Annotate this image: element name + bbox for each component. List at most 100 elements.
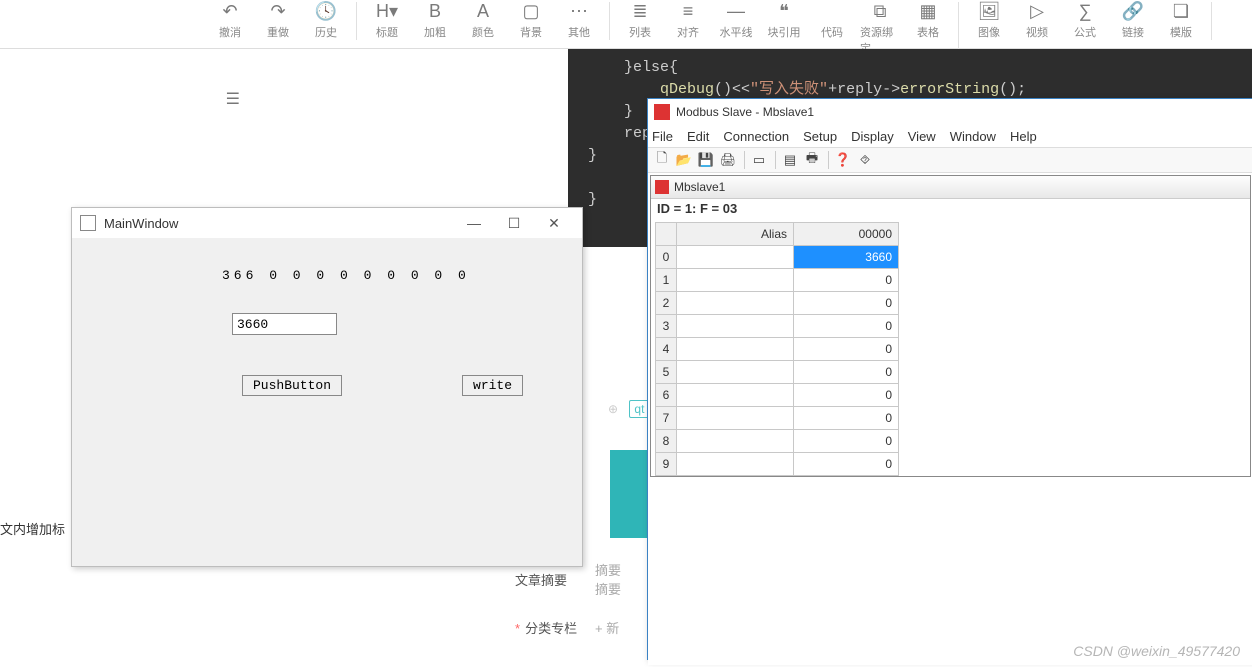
toolbar-重做[interactable]: ↷重做 [254,2,302,40]
toolbar-公式[interactable]: ∑公式 [1061,2,1109,40]
qt-app-icon [80,215,96,231]
tool-icon[interactable]: ❓ [833,151,853,169]
table-row[interactable]: 90 [656,453,899,476]
menu-window[interactable]: Window [950,129,996,144]
toolbar-水平线[interactable]: ―水平线 [712,2,760,56]
modbus-toolbar: 🗋📂💾🖨 ▭ ▤🖶 ❓⯑ [648,147,1252,173]
toolbar-加粗[interactable]: B加粗 [411,2,459,40]
table-row[interactable]: 80 [656,430,899,453]
col-header-alias[interactable]: Alias [677,223,794,246]
toolbar-label: 对齐 [677,24,699,40]
tool-icon[interactable]: 🖨 [718,151,738,169]
tag-prev-icon[interactable]: ⊕ [608,402,618,416]
cell-value[interactable]: 0 [794,384,899,407]
toolbar-icon: H▾ [376,2,398,20]
summary-placeholder-2[interactable]: 摘要 [595,579,621,598]
tool-icon[interactable]: 🖶 [802,151,822,169]
col-header-value[interactable]: 00000 [794,223,899,246]
maximize-button[interactable]: ☐ [494,215,534,232]
menu-setup[interactable]: Setup [803,129,837,144]
tool-icon[interactable]: ▭ [749,151,769,169]
tool-icon[interactable]: ▤ [780,151,800,169]
toolbar-颜色[interactable]: A颜色 [459,2,507,40]
tool-icon[interactable]: 🗋 [652,151,672,169]
cell-alias[interactable] [677,430,794,453]
toolbar-label: 块引用 [768,24,801,40]
toolbar-其他[interactable]: ⋯其他 [555,2,603,40]
toolbar-列表[interactable]: ≣列表 [616,2,664,56]
cell-value[interactable]: 0 [794,338,899,361]
cell-value[interactable]: 0 [794,407,899,430]
minimize-button[interactable]: — [454,215,494,231]
cell-alias[interactable] [677,384,794,407]
cell-alias[interactable] [677,315,794,338]
menu-display[interactable]: Display [851,129,894,144]
table-row[interactable]: 20 [656,292,899,315]
toolbar-链接[interactable]: 🔗链接 [1109,2,1157,40]
table-row[interactable]: 10 [656,269,899,292]
summary-placeholder-1[interactable]: 摘要 [595,560,621,579]
cell-value[interactable]: 0 [794,430,899,453]
toolbar-块引用[interactable]: ❝块引用 [760,2,808,56]
cell-value[interactable]: 3660 [794,246,899,269]
pushbutton[interactable]: PushButton [242,375,342,396]
table-row[interactable]: 50 [656,361,899,384]
cell-value[interactable]: 0 [794,315,899,338]
toolbar-标题[interactable]: H▾ 标题 [363,2,411,40]
toolbar-icon: ▦ [919,2,936,20]
tool-icon[interactable]: 💾 [696,151,716,169]
toolbar-图像[interactable]: 🖼图像 [965,2,1013,40]
toolbar-表格[interactable]: ▦表格 [904,2,952,56]
toolbar-模版[interactable]: ❏模版 [1157,2,1205,40]
toolbar-背景[interactable]: ▢背景 [507,2,555,40]
qt-titlebar[interactable]: MainWindow — ☐ ✕ [72,208,582,238]
toolbar-icon: 🔗 [1122,2,1144,20]
cell-alias[interactable] [677,361,794,384]
table-row[interactable]: 30 [656,315,899,338]
cell-alias[interactable] [677,407,794,430]
add-category-button[interactable]: + 新 [595,618,619,637]
cell-value[interactable]: 0 [794,269,899,292]
cell-alias[interactable] [677,246,794,269]
toolbar-代码[interactable]: 代码 [808,2,856,56]
menu-connection[interactable]: Connection [723,129,789,144]
menu-help[interactable]: Help [1010,129,1037,144]
menu-edit[interactable]: Edit [687,129,709,144]
toolbar-视频[interactable]: ▷视频 [1013,2,1061,40]
toolbar-资源绑定[interactable]: ⧉资源绑定 [856,2,904,56]
toolbar-撤消[interactable]: ↶撤消 [206,2,254,40]
menu-view[interactable]: View [908,129,936,144]
cell-alias[interactable] [677,292,794,315]
close-button[interactable]: ✕ [534,215,574,232]
publish-button[interactable] [610,450,648,538]
cell-value[interactable]: 0 [794,361,899,384]
tool-icon[interactable]: ⯑ [855,151,875,169]
toolbar-历史[interactable]: 🕓历史 [302,2,350,40]
modbus-title-text: Modbus Slave - Mbslave1 [676,105,814,119]
modbus-titlebar[interactable]: Modbus Slave - Mbslave1 [648,99,1252,125]
cell-alias[interactable] [677,338,794,361]
toolbar-对齐[interactable]: ≡对齐 [664,2,712,56]
toolbar-label: 撤消 [219,24,241,40]
cell-value[interactable]: 0 [794,453,899,476]
table-row[interactable]: 60 [656,384,899,407]
table-row[interactable]: 03660 [656,246,899,269]
row-index: 9 [656,453,677,476]
modbus-child-titlebar[interactable]: Mbslave1 [651,176,1250,199]
table-row[interactable]: 70 [656,407,899,430]
row-index: 1 [656,269,677,292]
cell-alias[interactable] [677,453,794,476]
cell-alias[interactable] [677,269,794,292]
table-row[interactable]: 40 [656,338,899,361]
write-button[interactable]: write [462,375,523,396]
modbus-child-title-text: Mbslave1 [674,180,725,194]
menu-file[interactable]: File [652,129,673,144]
tool-icon[interactable]: 📂 [674,151,694,169]
value-input[interactable] [232,313,337,335]
toolbar-label: 标题 [376,24,398,40]
cell-value[interactable]: 0 [794,292,899,315]
qt-title-text: MainWindow [104,216,178,231]
register-table[interactable]: Alias 00000 03660102030405060708090 [655,222,899,476]
outline-toggle-icon[interactable]: ☰ [226,89,240,109]
toolbar-icon: 🖼 [978,2,1001,20]
